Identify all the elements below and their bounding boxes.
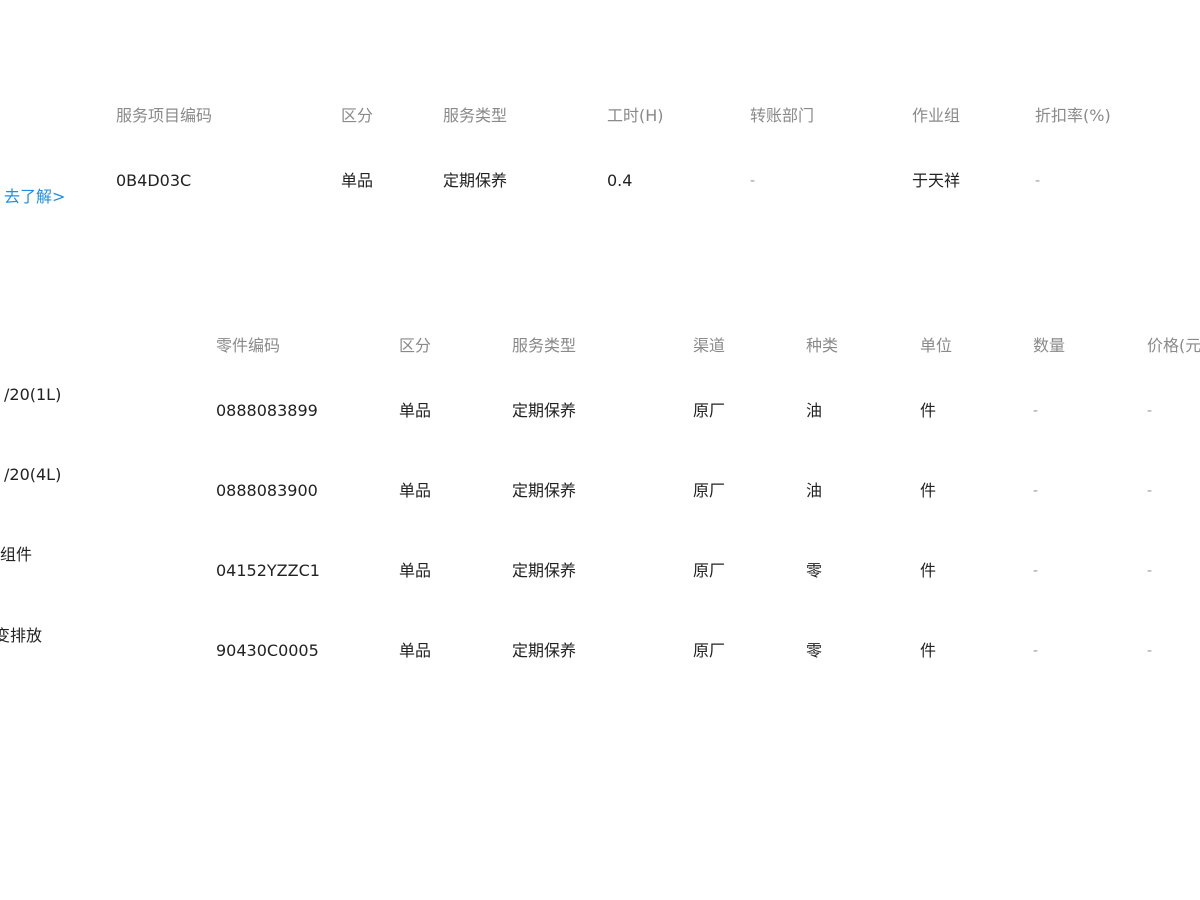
- header-part-code: 零件编码: [216, 336, 281, 355]
- cell-price: -: [1147, 403, 1153, 419]
- cell-work-group: 于天祥: [912, 171, 961, 190]
- cell-channel: 原厂: [693, 641, 726, 660]
- cell-part-code: 0888083899: [216, 401, 318, 420]
- cell-kind: 零: [806, 561, 823, 580]
- header-discount-rate: 折扣率(%): [1035, 106, 1111, 125]
- header-unit: 单位: [920, 336, 953, 355]
- header-price: 价格(元: [1147, 336, 1200, 355]
- cell-unit: 件: [920, 481, 937, 500]
- header-service-code: 服务项目编码: [116, 106, 213, 125]
- cell-service-type: 定期保养: [512, 641, 577, 660]
- header-channel: 渠道: [693, 336, 726, 355]
- header-work-group: 作业组: [912, 106, 961, 125]
- learn-more-link[interactable]: 去了解>: [4, 187, 65, 207]
- cell-price: -: [1147, 643, 1153, 659]
- cell-price: -: [1147, 483, 1153, 499]
- cell-channel: 原厂: [693, 561, 726, 580]
- cell-service-code: 0B4D03C: [116, 171, 192, 190]
- header-service-type: 服务类型: [512, 336, 577, 355]
- cell-quantity: -: [1033, 643, 1039, 659]
- cell-category: 单品: [399, 561, 432, 580]
- cell-part-code: 90430C0005: [216, 641, 319, 660]
- cell-price: -: [1147, 563, 1153, 579]
- cell-labor-hours: 0.4: [607, 171, 633, 190]
- part-name-label: /20(4L): [4, 465, 62, 484]
- cell-kind: 油: [806, 401, 823, 420]
- header-category: 区分: [341, 106, 374, 125]
- header-service-type: 服务类型: [443, 106, 508, 125]
- cell-quantity: -: [1033, 403, 1039, 419]
- cell-category: 单品: [341, 171, 374, 190]
- page: 服务项目编码 区分 服务类型 工时(H) 转账部门 作业组 折扣率(%) 0B4…: [0, 0, 1200, 900]
- cell-quantity: -: [1033, 483, 1039, 499]
- part-name-label: /20(1L): [4, 385, 62, 404]
- cell-unit: 件: [920, 561, 937, 580]
- cell-service-type: 定期保养: [512, 481, 577, 500]
- header-transfer-department: 转账部门: [750, 106, 815, 125]
- cell-unit: 件: [920, 641, 937, 660]
- cell-category: 单品: [399, 401, 432, 420]
- cell-channel: 原厂: [693, 401, 726, 420]
- cell-service-type: 定期保养: [443, 171, 508, 190]
- header-labor-hours: 工时(H): [607, 106, 664, 125]
- part-name-label: 组件: [0, 545, 33, 564]
- cell-channel: 原厂: [693, 481, 726, 500]
- cell-part-code: 04152YZZC1: [216, 561, 320, 580]
- cell-category: 单品: [399, 481, 432, 500]
- header-kind: 种类: [806, 336, 839, 355]
- cell-discount-rate: -: [1035, 173, 1041, 189]
- cell-service-type: 定期保养: [512, 401, 577, 420]
- cell-kind: 油: [806, 481, 823, 500]
- cell-kind: 零: [806, 641, 823, 660]
- cell-unit: 件: [920, 401, 937, 420]
- part-name-label: 变排放: [0, 626, 43, 645]
- header-category: 区分: [399, 336, 432, 355]
- cell-part-code: 0888083900: [216, 481, 318, 500]
- cell-quantity: -: [1033, 563, 1039, 579]
- cell-service-type: 定期保养: [512, 561, 577, 580]
- header-quantity: 数量: [1033, 336, 1066, 355]
- cell-category: 单品: [399, 641, 432, 660]
- cell-transfer-department: -: [750, 173, 756, 189]
